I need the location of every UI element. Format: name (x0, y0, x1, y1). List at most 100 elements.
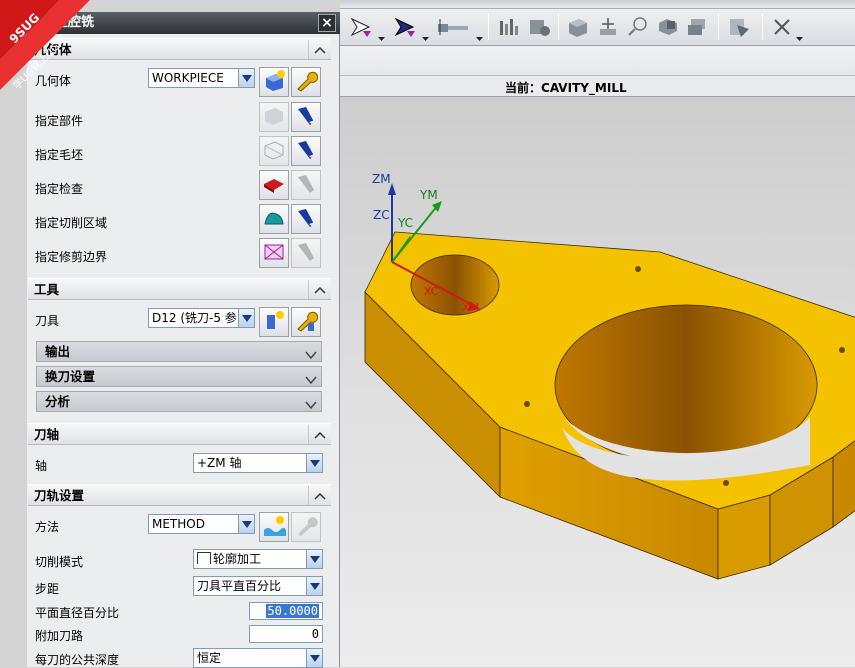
toolbar-separator (558, 14, 559, 40)
method-icon (262, 514, 286, 541)
delete-button[interactable] (768, 13, 796, 41)
toolbar-separator (718, 14, 719, 40)
section-path-settings-header[interactable]: 刀轨设置 (28, 484, 331, 506)
verify-toolpath-button[interactable] (496, 13, 524, 41)
check-geometry-icon (262, 172, 286, 199)
magnify-button[interactable] (624, 13, 652, 41)
dropdown-arrow-icon[interactable] (476, 30, 483, 41)
dropdown-arrow-icon[interactable] (796, 30, 803, 41)
cavity-mill-dialog: 型腔铣 × 几何体 几何体 WORKPIECE 指定部件 指定毛坯 指定检查 指… (27, 12, 340, 668)
plus-icon (595, 15, 621, 39)
additional-passes-input[interactable]: 0 (249, 625, 323, 643)
collapse-up-icon[interactable] (308, 280, 330, 299)
geometry-select[interactable]: WORKPIECE (148, 68, 255, 88)
subpanel-tool-change[interactable]: 换刀设置 (36, 366, 322, 387)
status-bar: 当前：CAVITY_MILL (340, 75, 855, 97)
axis-select[interactable]: +ZM 轴 (193, 453, 323, 473)
operation-icon (349, 15, 377, 39)
display-cut-area-button[interactable] (291, 204, 321, 234)
display-trim-boundary-button[interactable] (291, 238, 321, 268)
operation-play-button[interactable] (390, 13, 424, 41)
block-icon (655, 15, 681, 39)
specify-cut-area-label: 指定切削区域 (35, 216, 108, 230)
stepover-label: 步距 (35, 582, 60, 596)
collapse-up-icon[interactable] (308, 425, 330, 444)
simulate-button[interactable] (654, 13, 682, 41)
new-tool-icon (262, 309, 286, 336)
percent-diameter-input[interactable]: 50.0000 (249, 602, 323, 620)
current-operation-text: 当前：CAVITY_MILL (505, 81, 627, 95)
tool-label: 刀具 (35, 314, 60, 328)
shop-doc-button[interactable] (724, 13, 754, 41)
specify-part-label: 指定部件 (35, 114, 84, 128)
generate-toolpath-button[interactable] (564, 13, 592, 41)
postprocess-button[interactable] (684, 13, 712, 41)
cut-area-select-button[interactable] (259, 204, 289, 234)
create-operation-button[interactable] (346, 13, 380, 41)
close-x-icon (769, 15, 795, 39)
new-geometry-icon (262, 69, 286, 96)
display-check-button[interactable] (291, 170, 321, 200)
tool-holder-button[interactable] (434, 13, 474, 41)
profile-pattern-icon (197, 552, 211, 564)
dropdown-arrow-icon[interactable] (378, 30, 385, 41)
chevron-down-icon (238, 69, 254, 87)
section-tool-header[interactable]: 工具 (28, 278, 331, 300)
display-part-button[interactable] (291, 102, 321, 132)
cut-pattern-select[interactable]: 轮廓加工 (193, 549, 323, 569)
edit-method-button[interactable] (291, 512, 321, 542)
subpanel-output[interactable]: 输出 (36, 341, 322, 362)
chevron-down-icon (238, 515, 254, 533)
check-select-button[interactable] (259, 170, 289, 200)
axis-label-xm: XM (462, 301, 479, 314)
specify-blank-label: 指定毛坯 (35, 148, 84, 162)
chevron-down-icon (306, 454, 322, 472)
axis-label-ym: YM (419, 188, 438, 202)
site-watermark-logo: 9SUG 学UG就上UG网 (0, 0, 90, 90)
axis-label-xc: XC (424, 285, 439, 298)
stepover-select[interactable]: 刀具平直百分比 (193, 576, 323, 596)
new-tool-button[interactable] (259, 307, 289, 337)
graphics-viewport[interactable]: ZM ZC YC YM XC XM (340, 97, 855, 667)
list-toolpath-button[interactable] (526, 13, 554, 41)
flashlight-icon (294, 206, 318, 233)
edit-geometry-button[interactable] (291, 67, 321, 97)
axis-label: 轴 (35, 459, 48, 473)
cut-pattern-label: 切削模式 (35, 555, 84, 569)
toolbar-separator (762, 14, 763, 40)
add-point-button[interactable] (594, 13, 622, 41)
cut-area-icon (262, 206, 286, 233)
trim-boundary-select-button[interactable] (259, 238, 289, 268)
wrench-icon (294, 514, 318, 541)
common-depth-label: 每刀的公共深度 (35, 653, 120, 667)
document-icon (725, 15, 753, 39)
part-select-button[interactable] (259, 102, 289, 132)
method-select[interactable]: METHOD (148, 514, 255, 534)
collapse-up-icon[interactable] (308, 486, 330, 505)
toolbar (340, 0, 855, 46)
subpanel-analysis[interactable]: 分析 (36, 391, 322, 412)
toolpath-gear-icon (527, 15, 553, 39)
chevron-down-icon (305, 346, 317, 365)
collapse-up-icon[interactable] (308, 40, 330, 59)
dropdown-arrow-icon[interactable] (422, 30, 429, 41)
toolbar-top-strip (340, 0, 855, 9)
display-blank-button[interactable] (291, 136, 321, 166)
tool-select[interactable]: D12 (铣刀-5 参 (148, 308, 255, 328)
stack-icon (685, 15, 711, 39)
blank-select-button[interactable] (259, 136, 289, 166)
part-model: ZM ZC YC YM XC XM (364, 172, 855, 580)
new-method-button[interactable] (259, 512, 289, 542)
common-depth-select[interactable]: 恒定 (193, 648, 323, 668)
toolbar-separator (488, 14, 489, 40)
mounting-hole (723, 480, 729, 486)
additional-passes-label: 附加刀路 (35, 629, 84, 643)
mounting-hole (524, 401, 530, 407)
axis-label-yc: YC (397, 216, 413, 230)
wrench-icon (294, 69, 319, 96)
flashlight-icon (294, 172, 318, 199)
edit-tool-button[interactable] (291, 307, 321, 337)
new-geometry-button[interactable] (259, 67, 289, 97)
section-tool-axis-header[interactable]: 刀轴 (28, 423, 331, 445)
close-button[interactable]: × (318, 14, 336, 32)
